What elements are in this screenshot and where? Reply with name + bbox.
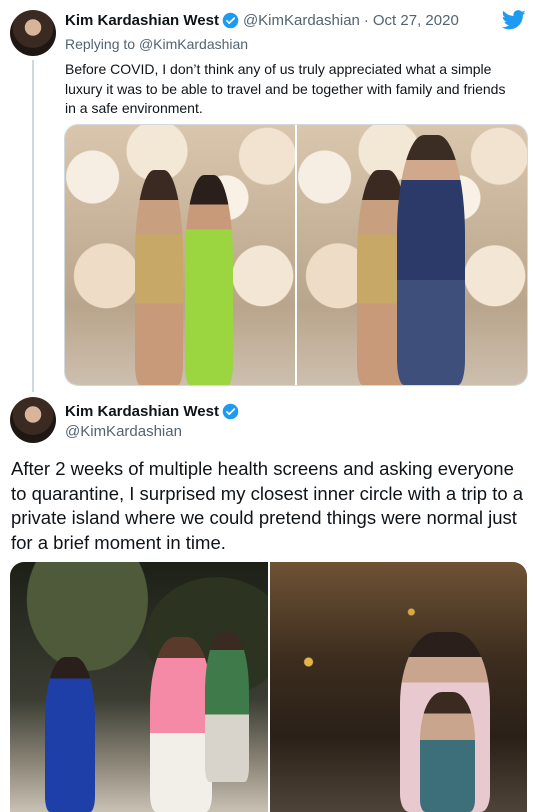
tweet-text: After 2 weeks of multiple health screens…	[11, 458, 524, 553]
replying-handle[interactable]: @KimKardashian	[139, 36, 248, 52]
tweet-media	[64, 124, 528, 386]
author-handle[interactable]: @KimKardashian	[243, 12, 360, 29]
photo[interactable]	[10, 562, 268, 812]
tweet-header: Kim Kardashian West	[65, 403, 243, 420]
avatar[interactable]	[10, 10, 56, 56]
verified-badge-icon	[222, 12, 239, 29]
thread-connector	[32, 60, 34, 392]
photo[interactable]	[65, 125, 295, 385]
author-handle[interactable]: @KimKardashian	[65, 423, 182, 440]
tweet-text: Before COVID, I don’t think any of us tr…	[65, 61, 506, 116]
photo[interactable]	[269, 562, 527, 812]
replying-prefix: Replying to	[65, 36, 136, 52]
author-name[interactable]: Kim Kardashian West	[65, 12, 219, 29]
twitter-bird-icon[interactable]	[502, 10, 526, 30]
tweet-media	[10, 562, 527, 812]
tweet-date[interactable]: Oct 27, 2020	[373, 12, 459, 29]
author-name[interactable]: Kim Kardashian West	[65, 403, 219, 420]
replying-to: Replying to @KimKardashian	[65, 36, 248, 52]
photo[interactable]	[297, 125, 527, 385]
separator: ·	[363, 12, 369, 29]
tweet-header: Kim Kardashian West @KimKardashian · Oct…	[65, 12, 459, 29]
verified-badge-icon	[222, 403, 239, 420]
avatar[interactable]	[10, 397, 56, 443]
